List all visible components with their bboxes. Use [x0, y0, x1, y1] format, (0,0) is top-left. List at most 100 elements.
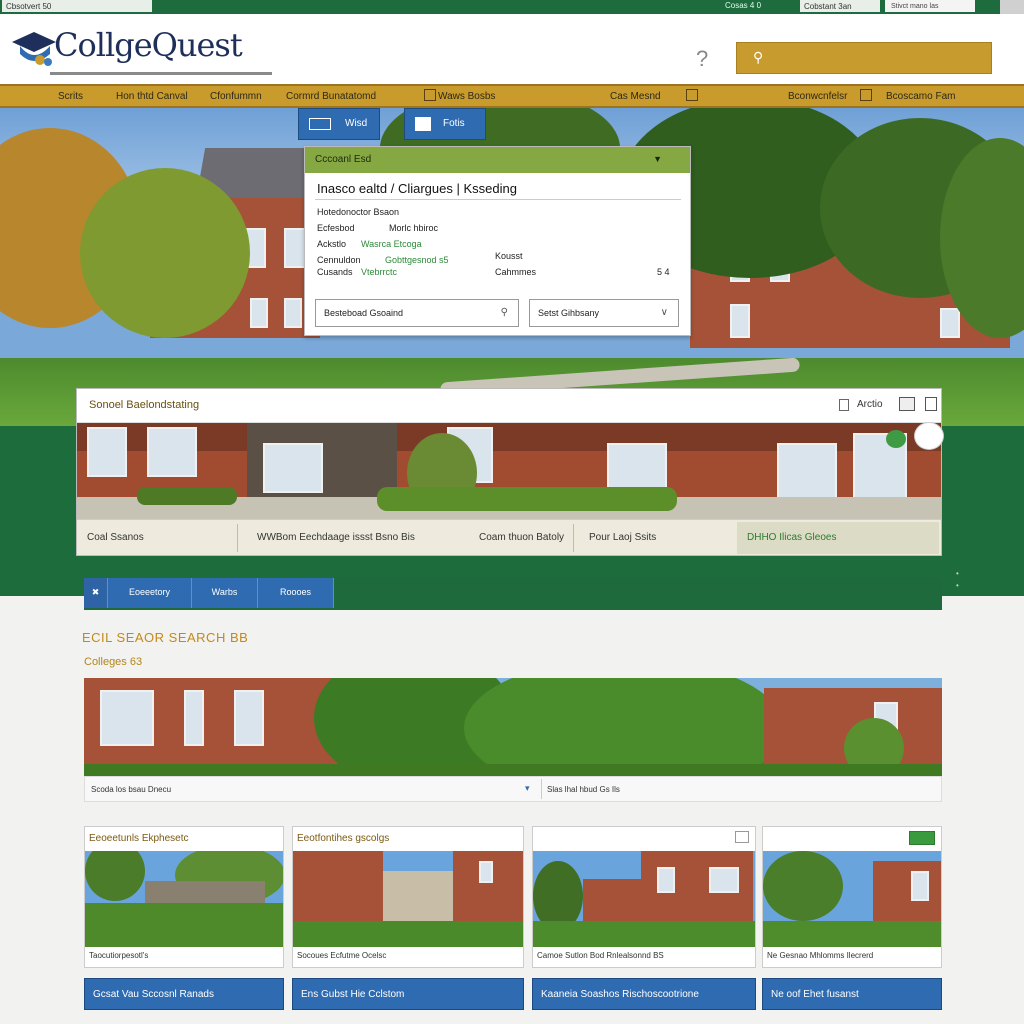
top-right-link[interactable]: Stivct mano las: [885, 0, 975, 12]
card-window: [709, 867, 739, 893]
graduation-cap-icon: [12, 32, 56, 66]
hero-tab-2[interactable]: Fotis: [404, 108, 486, 140]
card-caption: Ne Gesnao Mhlomms Ilecrerd: [767, 951, 874, 960]
featured-item-3[interactable]: Coam thuon Batoly: [479, 532, 564, 543]
filter-value[interactable]: Wasrca Etcoga: [361, 239, 422, 249]
filter-label: Cahmmes: [495, 267, 537, 277]
category-select-value: Setst Gihbsany: [538, 308, 600, 318]
photo-window: [147, 427, 197, 477]
scroll-dots-icon[interactable]: • •: [956, 568, 959, 592]
nav-item-5[interactable]: Waws Bosbs: [438, 91, 495, 102]
filter-value[interactable]: Gobttgesnod s5: [385, 255, 449, 265]
results-banner-photo: [84, 678, 942, 776]
site-search-input[interactable]: ⚲: [736, 42, 992, 74]
card-lawn: [763, 921, 941, 947]
nav-item-4[interactable]: Cormrd Bunatatomd: [286, 91, 376, 102]
banner-caption-left[interactable]: Scoda los bsau Dnecu: [91, 785, 171, 794]
card-lawn: [533, 921, 755, 947]
card-photo: [763, 851, 941, 947]
nav-item-7[interactable]: Bconwcnfelsr: [788, 91, 847, 102]
banner-window: [100, 690, 154, 746]
card-photo: [533, 851, 755, 947]
photo-window: [87, 427, 127, 477]
card-button-4[interactable]: Ne oof Ehet fusanst: [762, 978, 942, 1010]
tab-rooms[interactable]: Roooes: [258, 578, 334, 608]
card-building: [583, 879, 643, 921]
divider: [237, 524, 238, 552]
banner-tree: [464, 678, 784, 776]
chevron-down-icon[interactable]: ▼: [653, 154, 662, 164]
featured-info-bar: Coal Ssanos WWBom Eechdaage issst Bsno B…: [77, 519, 941, 555]
card-building: [383, 871, 453, 921]
share-icon[interactable]: [925, 397, 937, 411]
toggle-icon[interactable]: [914, 422, 944, 450]
close-icon[interactable]: ✖: [84, 578, 108, 608]
nav-item-2[interactable]: Hon thtd Canval: [116, 91, 188, 102]
nav-checkbox-icon: [424, 89, 436, 101]
featured-item-5-box[interactable]: DHHO Ilicas Gleoes: [737, 522, 939, 554]
tab-directory[interactable]: Eoeeetory: [108, 578, 192, 608]
filter-label: Kousst: [495, 251, 523, 261]
logo-wordmark: CollgeQuest: [54, 26, 243, 64]
featured-item-2[interactable]: WWBom Eechdaage issst Bsno Bis: [257, 532, 415, 543]
tab-web[interactable]: Warbs: [192, 578, 258, 608]
hero-tree: [80, 168, 250, 338]
featured-item-4[interactable]: Pour Laoj Ssits: [589, 532, 656, 543]
college-search-panel: Cccoanl Esd ▼ Inasco ealtd / Cliargues |…: [304, 146, 691, 336]
hero-window: [284, 298, 302, 328]
college-card[interactable]: Camoe Sutlon Bod Rnlealsonnd BS: [532, 826, 756, 968]
banner-lawn: [84, 764, 942, 776]
card-building: [145, 881, 265, 905]
photo-window: [777, 443, 837, 503]
state-select-value: Besteboad Gsoaind: [324, 308, 404, 318]
featured-item-5: DHHO Ilicas Gleoes: [747, 532, 837, 543]
filter-label: Hotedonoctor Bsaon: [317, 207, 400, 217]
category-select[interactable]: Setst Gihbsany ∨: [529, 299, 679, 327]
card-window: [479, 861, 493, 883]
featured-campus-photo: [77, 423, 941, 519]
hero-tab-1[interactable]: Wisd: [298, 108, 380, 140]
filter-label: Cusands: [317, 267, 353, 277]
featured-arrow-label[interactable]: Arctio: [857, 399, 883, 410]
banner-caption-right[interactable]: Slas lhal hbud Gs Ils: [547, 785, 620, 794]
collegequest-logo[interactable]: CollgeQuest: [10, 24, 272, 82]
nav-item-3[interactable]: Cfonfummn: [210, 91, 262, 102]
help-icon[interactable]: ?: [696, 46, 708, 72]
site-header: CollgeQuest ? ⚲: [0, 14, 1024, 84]
top-left-link[interactable]: Cbsotvert 50: [2, 0, 152, 12]
green-status-icon[interactable]: [886, 430, 906, 448]
divider: [315, 199, 681, 200]
featured-item-1[interactable]: Coal Ssanos: [87, 532, 144, 543]
checkbox-icon[interactable]: [839, 399, 849, 411]
filter-value[interactable]: Morlc hbiroc: [389, 223, 438, 233]
print-icon[interactable]: [899, 397, 915, 411]
hero-tab-2-label: Fotis: [443, 118, 465, 129]
card-caption: Camoe Sutlon Bod Rnlealsonnd BS: [537, 951, 664, 960]
featured-panel: Sonoel Baelondstating Arctio Coal Ssanos…: [76, 388, 942, 556]
college-card[interactable]: Ne Gesnao Mhlomms Ilecrerd: [762, 826, 942, 968]
nav-item-8[interactable]: Bcoscamo Fam: [886, 91, 955, 102]
college-card[interactable]: Eeotfontihes gscolgs Socoues Ecfutme Oce…: [292, 826, 524, 968]
card-button-2[interactable]: Ens Gubst Hie Cclstom: [292, 978, 524, 1010]
bookmark-icon[interactable]: [735, 831, 749, 843]
nav-item-6[interactable]: Cas Mesnd: [610, 91, 661, 102]
nav-box-icon: [686, 89, 698, 101]
filter-value: 5 4: [657, 267, 670, 277]
nav-square-icon: [860, 89, 872, 101]
filter-tab-row: ✖ Eoeeetory Warbs Roooes: [84, 578, 942, 610]
card-building: [873, 861, 941, 921]
card-button-1[interactable]: Gcsat Vau Sccosnl Ranads: [84, 978, 284, 1010]
photo-window: [263, 443, 323, 493]
filter-value[interactable]: Vtebrrctc: [361, 267, 397, 277]
logo-underline: [50, 72, 272, 75]
card-window: [657, 867, 675, 893]
college-card[interactable]: Eeoeetunls Ekphesetc Taocutiorpesotl's: [84, 826, 284, 968]
folder-icon: [415, 117, 431, 131]
card-button-3[interactable]: Kaaneia Soashos Rischoscootrione: [532, 978, 756, 1010]
state-select[interactable]: Besteboad Gsoaind ⚲: [315, 299, 519, 327]
featured-title: Sonoel Baelondstating: [89, 399, 200, 411]
card-photo: [293, 851, 523, 947]
nav-item-1[interactable]: Scrits: [58, 91, 83, 102]
top-mid2-link[interactable]: Cobstant 3an: [800, 0, 880, 12]
top-mid-link[interactable]: Cosas 4 0: [725, 1, 761, 10]
